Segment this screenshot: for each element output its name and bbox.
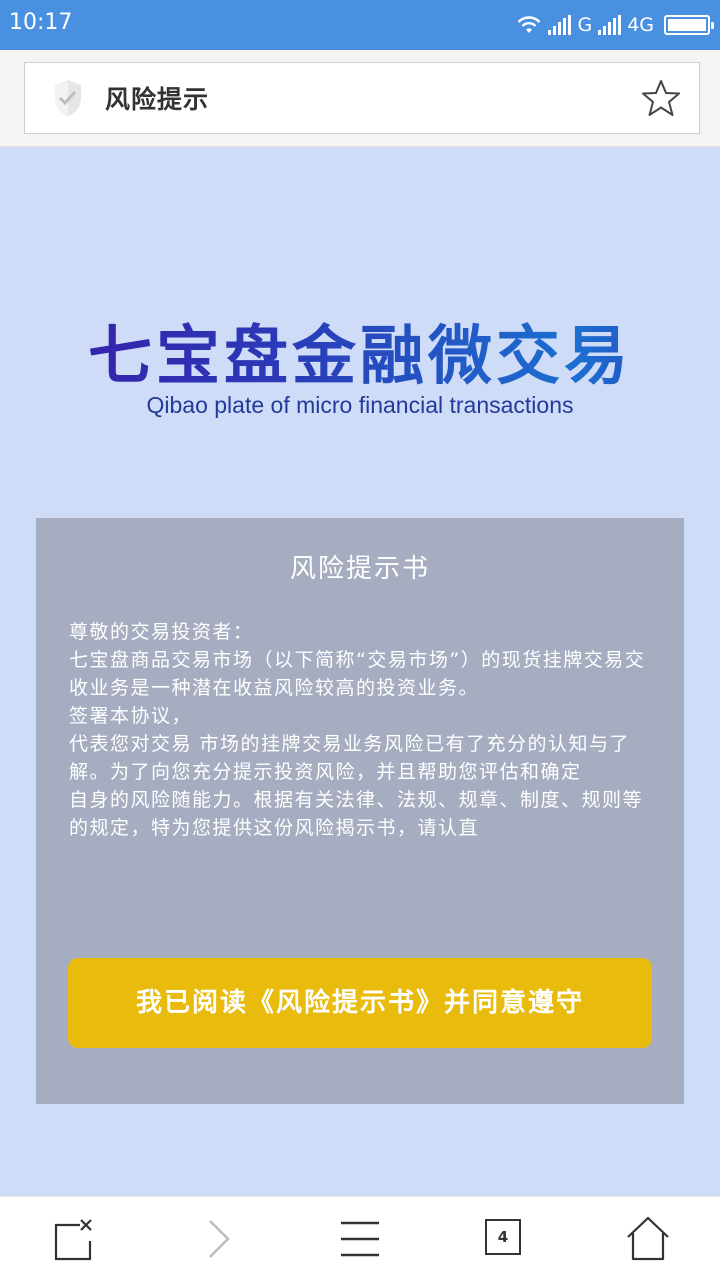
wifi-icon <box>518 16 541 33</box>
risk-paragraph: 代表您对交易 市场的挂牌交易业务风险已有了充分的认知与了解。为了向您充分提示投资… <box>69 733 631 783</box>
risk-notice-body: 尊敬的交易投资者： 七宝盘商品交易市场（以下简称“交易市场”）的现货挂牌交易交收… <box>69 618 653 842</box>
forward-icon[interactable] <box>196 1215 244 1263</box>
risk-notice-card: 风险提示书 尊敬的交易投资者： 七宝盘商品交易市场（以下简称“交易市场”）的现货… <box>36 518 684 1104</box>
status-icons: G 4G <box>516 12 714 38</box>
shield-check-icon[interactable] <box>53 78 83 118</box>
status-time: 10:17 <box>9 10 73 35</box>
risk-notice-heading: 风险提示书 <box>289 554 430 584</box>
menu-icon[interactable] <box>336 1215 384 1263</box>
network-type-2: 4G <box>627 14 654 36</box>
signal-icon-2 <box>598 15 622 35</box>
agree-button[interactable]: 我已阅读《风险提示书》并同意遵守 <box>68 958 652 1048</box>
home-icon[interactable] <box>624 1215 672 1263</box>
risk-paragraph: 自身的风险随能力。根据有关法律、法规、规章、制度、规则等的规定，特为您提供这份风… <box>69 789 644 839</box>
battery-icon <box>664 15 714 35</box>
tab-count-button[interactable]: 4 <box>485 1219 521 1255</box>
logo-english: Qibao plate of micro financial transacti… <box>146 392 574 418</box>
logo-chinese: 七宝盘金融微交易 <box>0 318 720 396</box>
close-tab-icon[interactable] <box>50 1215 98 1263</box>
risk-paragraph: 七宝盘商品交易市场（以下简称“交易市场”）的现货挂牌交易交收业务是一种潜在收益风… <box>69 649 646 699</box>
risk-paragraph: 尊敬的交易投资者： <box>69 621 254 643</box>
status-bar: 10:17 G 4G <box>0 0 720 50</box>
risk-paragraph: 签署本协议， <box>69 705 193 727</box>
bottom-navigation: 4 <box>0 1196 720 1280</box>
bookmark-star-icon[interactable] <box>641 78 681 118</box>
signal-icon <box>548 15 572 35</box>
brand-logo: 七宝盘金融微交易 Qibao plate of micro financial … <box>0 318 720 419</box>
address-bar[interactable]: 风险提示 <box>24 62 700 134</box>
page-title: 风险提示 <box>105 85 210 114</box>
address-bar-container: 风险提示 <box>0 50 720 147</box>
network-type-1: G <box>577 14 593 36</box>
